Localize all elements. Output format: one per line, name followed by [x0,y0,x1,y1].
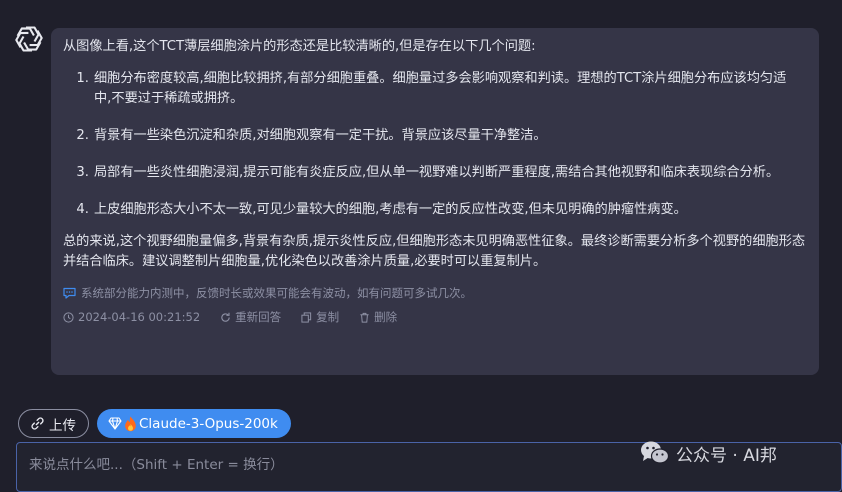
model-label: Claude-3-Opus-200k [139,415,278,432]
delete-label: 删除 [374,310,398,324]
message-input[interactable] [17,443,841,491]
assistant-avatar [14,24,44,54]
fire-icon [125,416,136,431]
list-number: 3. [76,165,89,180]
list-item: 3. 局部有一些炎性细胞浸润,提示可能有炎症反应,但从单一视野难以判断严重程度,… [63,163,807,183]
chat-bubble-icon [63,287,76,299]
issue-list: 1. 细胞分布密度较高,细胞比较拥挤,有部分细胞重叠。细胞量过多会影响观察和判读… [63,69,807,220]
list-item: 1. 细胞分布密度较高,细胞比较拥挤,有部分细胞重叠。细胞量过多会影响观察和判读… [63,69,807,109]
refresh-icon [221,312,230,322]
timestamp-text: 2024-04-16 00:21:52 [78,310,201,324]
system-notice: 系统部分能力内测中，反馈时长或效果可能会有波动，如有问题可多试几次。 [63,285,807,301]
list-text: 细胞分布密度较高,细胞比较拥挤,有部分细胞重叠。细胞量过多会影响观察和判读。理想… [94,71,787,106]
copy-label: 复制 [316,310,340,324]
message-timestamp: 2024-04-16 00:21:52 [63,310,200,324]
message-composer[interactable] [16,442,842,492]
trash-icon [360,312,369,323]
list-number: 4. [76,202,89,217]
upload-label: 上传 [49,417,76,434]
list-number: 1. [76,71,89,86]
regenerate-label: 重新回答 [235,310,282,324]
delete-button[interactable]: 删除 [359,309,397,325]
link-icon [31,417,44,430]
list-text: 局部有一些炎性细胞浸润,提示可能有炎症反应,但从单一视野难以判断严重程度,需结合… [94,165,780,180]
message-intro: 从图像上看,这个TCT薄层细胞涂片的形态还是比较清晰的,但是存在以下几个问题: [63,39,536,54]
message-actions: 2024-04-16 00:21:52 重新回答 复制 删除 [63,309,807,325]
notice-text: 系统部分能力内测中，反馈时长或效果可能会有波动，如有问题可多试几次。 [81,286,472,300]
list-text: 背景有一些染色沉淀和杂质,对细胞观察有一定干扰。背景应该尽量干净整洁。 [94,128,547,143]
list-text: 上皮细胞形态大小不太一致,可见少量较大的细胞,考虑有一定的反应性改变,但未见明确… [94,202,687,217]
clock-icon [63,311,74,323]
message-summary: 总的来说,这个视野细胞量偏多,背景有杂质,提示炎性反应,但细胞形态未见明确恶性征… [63,234,806,269]
diamond-icon [108,417,122,430]
model-selector[interactable]: Claude-3-Opus-200k [97,409,291,438]
upload-button[interactable]: 上传 [18,409,89,438]
assistant-message: 从图像上看,这个TCT薄层细胞涂片的形态还是比较清晰的,但是存在以下几个问题: … [51,28,819,375]
list-item: 2. 背景有一些染色沉淀和杂质,对细胞观察有一定干扰。背景应该尽量干净整洁。 [63,126,807,146]
openai-logo-icon [15,26,43,52]
copy-icon [301,311,312,323]
copy-button[interactable]: 复制 [301,309,339,325]
regenerate-button[interactable]: 重新回答 [220,309,281,325]
list-number: 2. [76,128,89,143]
list-item: 4. 上皮细胞形态大小不太一致,可见少量较大的细胞,考虑有一定的反应性改变,但未… [63,200,807,220]
